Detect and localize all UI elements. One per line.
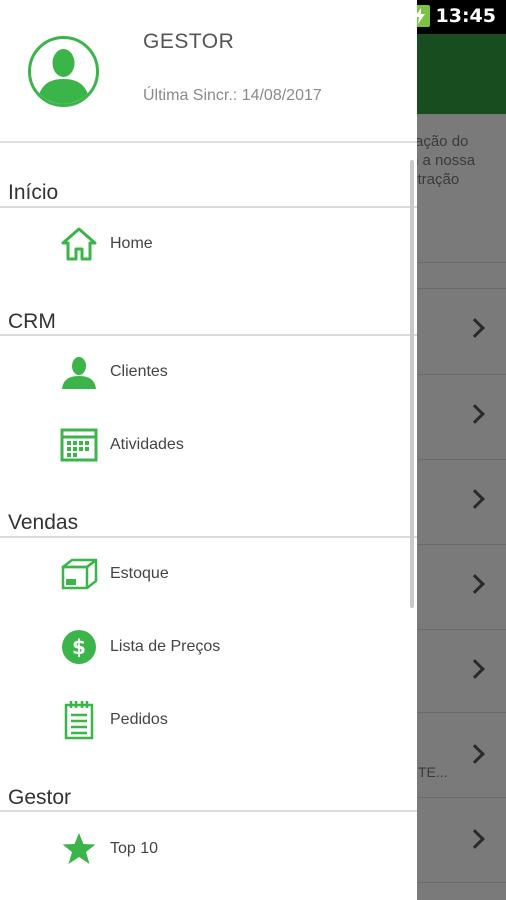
chevron-right-icon[interactable] — [465, 404, 485, 424]
divider — [418, 629, 506, 630]
home-icon — [60, 225, 98, 263]
section-title-inicio: Início — [8, 181, 59, 204]
drawer-scrollbar[interactable] — [410, 160, 414, 608]
navigation-drawer: GESTOR Última Sincr.: 14/08/2017 Início … — [0, 0, 417, 900]
menu-item-label: Top 10 — [110, 840, 159, 857]
divider — [418, 882, 506, 883]
section-title-crm: CRM — [8, 310, 56, 333]
section-title-vendas: Vendas — [8, 511, 79, 534]
chevron-right-icon[interactable] — [465, 744, 485, 764]
divider — [418, 712, 506, 713]
menu-item-label: Home — [110, 235, 153, 252]
menu-item-label: Estoque — [110, 565, 169, 582]
menu-item-pedidos[interactable]: Pedidos — [0, 692, 410, 748]
user-name: GESTOR — [143, 30, 235, 53]
dollar-icon: $ — [60, 628, 98, 666]
chevron-right-icon[interactable] — [465, 829, 485, 849]
menu-item-label: Lista de Preços — [110, 638, 221, 655]
menu-item-lista-de-precos[interactable]: $ Lista de Preços — [0, 619, 410, 675]
star-icon — [60, 830, 98, 868]
avatar[interactable] — [28, 36, 99, 107]
section-divider — [0, 536, 417, 538]
menu-item-label: Atividades — [110, 436, 184, 453]
section-divider — [0, 334, 417, 336]
menu-item-top-10[interactable]: Top 10 — [0, 821, 410, 877]
section-divider — [0, 810, 417, 812]
status-time: 13:45 — [435, 5, 496, 27]
menu-item-clientes[interactable]: Clientes — [0, 344, 410, 400]
divider — [418, 288, 506, 289]
section-title-gestor: Gestor — [8, 786, 72, 809]
person-icon — [60, 353, 98, 391]
chevron-right-icon[interactable] — [465, 489, 485, 509]
menu-item-estoque[interactable]: Estoque — [0, 546, 410, 602]
person-icon — [37, 49, 90, 104]
divider — [418, 459, 506, 460]
section-divider — [0, 206, 417, 208]
background-text: ração do n a nossa stração — [410, 133, 476, 188]
svg-text:$: $ — [72, 635, 86, 659]
chevron-right-icon[interactable] — [465, 659, 485, 679]
background-fragment: TE... — [418, 764, 448, 780]
divider — [418, 797, 506, 798]
menu-item-label: Clientes — [110, 363, 168, 380]
chevron-right-icon[interactable] — [465, 318, 485, 338]
box-icon — [60, 555, 98, 593]
divider — [418, 262, 506, 263]
chevron-right-icon[interactable] — [465, 574, 485, 594]
menu-item-atividades[interactable]: Atividades — [0, 417, 410, 473]
divider — [418, 374, 506, 375]
calendar-icon — [60, 426, 98, 464]
menu-item-home[interactable]: Home — [0, 216, 410, 272]
divider — [418, 544, 506, 545]
notepad-icon — [60, 701, 98, 740]
last-sync-text: Última Sincr.: 14/08/2017 — [143, 87, 322, 104]
drawer-header: GESTOR Última Sincr.: 14/08/2017 — [0, 0, 417, 143]
menu-item-label: Pedidos — [110, 711, 168, 728]
